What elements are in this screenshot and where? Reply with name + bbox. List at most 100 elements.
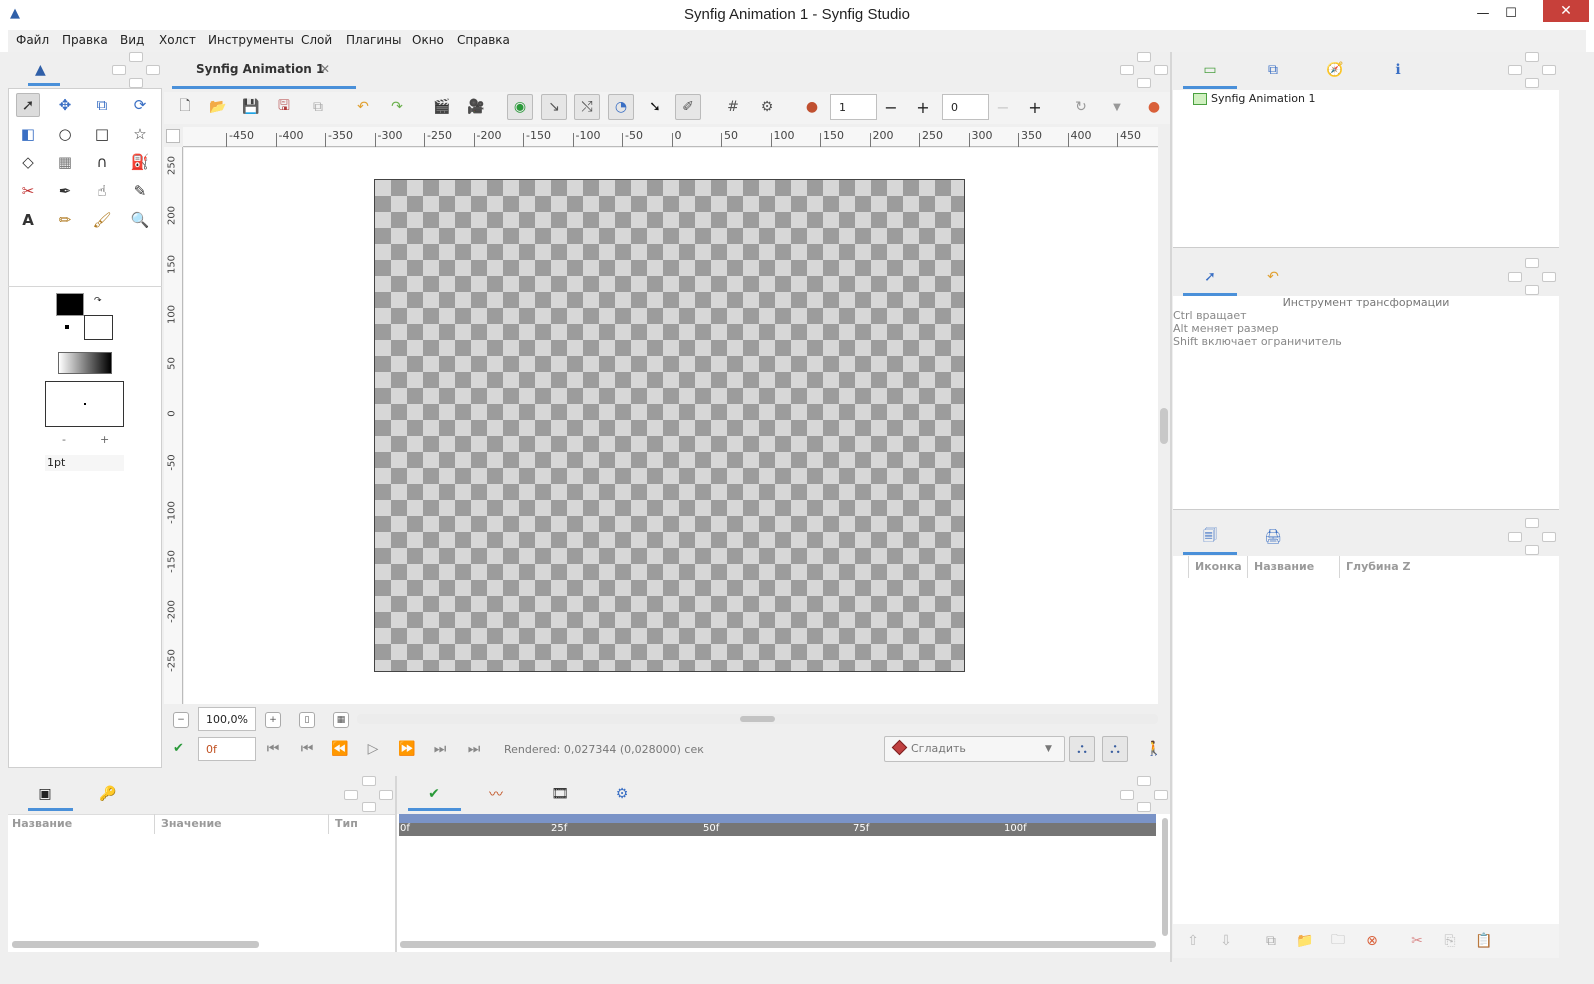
- future-onion-decrease[interactable]: −: [990, 94, 1016, 120]
- dock-button[interactable]: [1542, 65, 1556, 75]
- canvas-checkerboard[interactable]: [374, 179, 965, 672]
- save-icon[interactable]: 💾: [238, 94, 264, 120]
- ungroup-layer-icon[interactable]: 🗀: [1325, 928, 1351, 954]
- sound-tab-icon[interactable]: ⚙: [609, 781, 635, 807]
- show-width-handles-icon[interactable]: ➘: [642, 94, 668, 120]
- brush-size-field[interactable]: 1pt: [45, 455, 124, 471]
- fill-tool-icon[interactable]: ⛽: [128, 150, 152, 174]
- swap-colors-icon[interactable]: ↷: [94, 296, 102, 306]
- snap-to-grid-icon[interactable]: ⚙: [754, 94, 780, 120]
- zoom-out-icon[interactable]: −: [173, 712, 189, 728]
- rotate-tool-icon[interactable]: ⟳: [128, 93, 152, 117]
- brush-size-increase[interactable]: +: [100, 433, 109, 446]
- menu-plugins[interactable]: Плагины: [346, 33, 401, 47]
- dock-button[interactable]: [1542, 272, 1556, 282]
- menu-view[interactable]: Вид: [120, 33, 144, 47]
- timetrack-tab-icon[interactable]: ✔: [421, 781, 447, 807]
- future-onion-field[interactable]: 0: [942, 94, 989, 120]
- lock-past-keyframes-icon[interactable]: ⛬: [1069, 736, 1095, 762]
- dock-button[interactable]: [1525, 78, 1539, 88]
- maximize-button[interactable]: ☐: [1497, 4, 1525, 24]
- dock-button[interactable]: [1525, 285, 1539, 295]
- play-icon[interactable]: ▷: [360, 736, 386, 762]
- duplicate-layer-icon[interactable]: ⧉: [1258, 928, 1284, 954]
- bone-tool-icon[interactable]: ☝: [90, 179, 114, 203]
- dock-button[interactable]: [1154, 65, 1168, 75]
- transform-tool-icon[interactable]: ➚: [16, 93, 40, 117]
- menu-canvas[interactable]: Холст: [159, 33, 196, 47]
- smooth-move-tool-icon[interactable]: ✥: [53, 93, 77, 117]
- params-col-type[interactable]: Тип: [335, 817, 358, 830]
- seek-end-icon[interactable]: ⏭: [461, 736, 487, 762]
- dock-button[interactable]: [1525, 258, 1539, 268]
- zoom-100-icon[interactable]: ▦: [333, 712, 349, 728]
- lock-future-keyframes-icon[interactable]: ⛬: [1102, 736, 1128, 762]
- canvas-browser-item[interactable]: Synfig Animation 1: [1211, 92, 1315, 105]
- dock-button[interactable]: [1508, 65, 1522, 75]
- cutout-tool-icon[interactable]: ✂: [16, 179, 40, 203]
- spline-tool-icon[interactable]: ∩: [90, 150, 114, 174]
- polygon-tool-icon[interactable]: ◇: [16, 150, 40, 174]
- gradient-tool-icon[interactable]: ▦: [53, 150, 77, 174]
- menu-layer[interactable]: Слой: [301, 33, 332, 47]
- time-range-bar[interactable]: [399, 814, 1156, 823]
- animation-character-icon[interactable]: 🚶: [1141, 736, 1167, 762]
- layers-col-name[interactable]: Название: [1254, 560, 1314, 573]
- raise-layer-icon[interactable]: ⇧: [1180, 928, 1206, 954]
- document-tab-close-icon[interactable]: ✕: [320, 62, 330, 76]
- tool-options-tab-icon[interactable]: ➚: [1197, 264, 1223, 290]
- scale-tool-icon[interactable]: ⧉: [90, 93, 114, 117]
- seek-begin-icon[interactable]: ⏮: [260, 736, 286, 762]
- lower-layer-icon[interactable]: ⇩: [1213, 928, 1239, 954]
- library-tab-icon[interactable]: 🔑: [95, 781, 121, 807]
- menu-window[interactable]: Окно: [412, 33, 444, 47]
- fill-color-swatch[interactable]: [84, 315, 113, 340]
- dock-button[interactable]: [1525, 52, 1539, 62]
- toolbar-dropdown-icon[interactable]: ▼: [1104, 94, 1130, 120]
- onion-skin-icon[interactable]: ●: [799, 94, 825, 120]
- save-as-icon[interactable]: 🖫: [271, 94, 297, 120]
- reset-colors-icon[interactable]: [64, 324, 70, 330]
- time-ruler[interactable]: [399, 823, 1156, 836]
- brush-tool-icon[interactable]: 🖌: [90, 208, 114, 232]
- dock-button[interactable]: [112, 65, 126, 75]
- show-tangent-handles-icon[interactable]: ↘: [541, 94, 567, 120]
- past-onion-decrease[interactable]: −: [878, 94, 904, 120]
- width-tool-icon[interactable]: ✒: [53, 179, 77, 203]
- show-angle-handles-icon[interactable]: ◔: [608, 94, 634, 120]
- dock-button[interactable]: [1120, 65, 1134, 75]
- new-file-icon[interactable]: 🗋: [172, 94, 198, 120]
- render-icon[interactable]: 🎬: [429, 94, 455, 120]
- dock-button[interactable]: [362, 802, 376, 812]
- dock-button[interactable]: [1508, 272, 1522, 282]
- render-stop-icon[interactable]: ●: [1141, 94, 1167, 120]
- curves-tab-icon[interactable]: 〰: [483, 781, 509, 807]
- menu-tools[interactable]: Инструменты: [208, 33, 294, 47]
- ruler-corner-button[interactable]: [166, 129, 180, 143]
- history-tab-icon[interactable]: ↶: [1260, 264, 1286, 290]
- undo-icon[interactable]: ↶: [350, 94, 376, 120]
- dock-button[interactable]: [1508, 532, 1522, 542]
- params-horizontal-scrollbar[interactable]: [12, 941, 259, 948]
- sketch-tool-icon[interactable]: ✏: [53, 208, 77, 232]
- layers-col-icon[interactable]: Иконка: [1195, 560, 1242, 573]
- circle-tool-icon[interactable]: ○: [53, 122, 77, 146]
- seek-next-keyframe-icon[interactable]: ⏭: [427, 736, 453, 762]
- zoom-in-icon[interactable]: +: [265, 712, 281, 728]
- mirror-tool-icon[interactable]: ◧: [16, 122, 40, 146]
- zoom-field[interactable]: 100,0%: [198, 707, 256, 731]
- grid-toggle-icon[interactable]: #: [720, 94, 746, 120]
- past-onion-field[interactable]: 1: [830, 94, 877, 120]
- seek-prev-frame-icon[interactable]: ⏪: [327, 736, 353, 762]
- close-window-button[interactable]: ✕: [1543, 0, 1589, 22]
- document-tab-label[interactable]: Synfig Animation 1: [196, 62, 324, 76]
- text-tool-icon[interactable]: A: [16, 208, 40, 232]
- copy-icon[interactable]: ⎘: [1437, 928, 1463, 954]
- layers-tab-icon[interactable]: 🗐: [1197, 524, 1223, 550]
- open-file-icon[interactable]: 📂: [205, 94, 231, 120]
- show-radius-handles-icon[interactable]: ⤭: [574, 94, 600, 120]
- show-bone-handles-icon[interactable]: ✐: [675, 94, 701, 120]
- animation-mode-icon[interactable]: ✔: [173, 741, 189, 757]
- dock-button[interactable]: [379, 790, 393, 800]
- save-all-icon[interactable]: ⧉: [305, 94, 331, 120]
